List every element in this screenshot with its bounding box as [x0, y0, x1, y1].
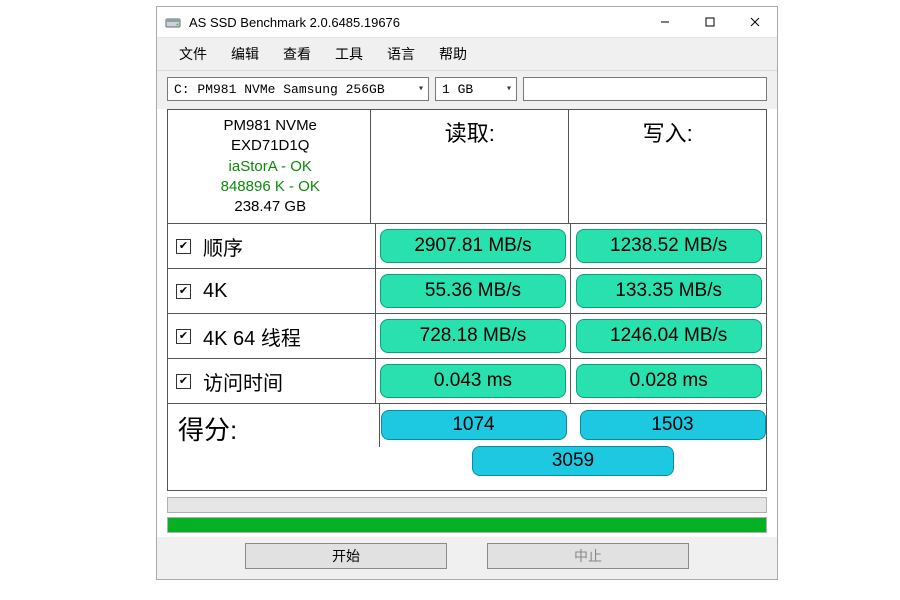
stop-button[interactable]: 中止 [487, 543, 689, 569]
menu-help[interactable]: 帮助 [427, 42, 479, 66]
size-select[interactable]: 1 GB ▾ [435, 77, 517, 101]
access-read-cell: 0.043 ms [376, 359, 572, 403]
seq-write-cell: 1238.52 MB/s [571, 224, 766, 268]
score-label: 得分: [168, 404, 380, 447]
drive-align-status: 848896 K - OK [221, 177, 320, 197]
label-seq-text: 顺序 [203, 232, 243, 261]
access-read-value: 0.043 ms [380, 364, 566, 398]
drive-firmware: EXD71D1Q [231, 136, 309, 156]
label-access: ✔ 访问时间 [168, 359, 376, 403]
checkbox-seq[interactable]: ✔ [176, 239, 191, 254]
row-access: ✔ 访问时间 0.043 ms 0.028 ms [168, 359, 766, 404]
row-score: 得分: 1074 1503 3059 [168, 404, 766, 490]
fk-read-cell: 55.36 MB/s [376, 269, 572, 313]
write-header: 写入: [569, 110, 766, 223]
chevron-down-icon: ▾ [506, 83, 512, 95]
fk64-read-value: 728.18 MB/s [380, 319, 566, 353]
window-title: AS SSD Benchmark 2.0.6485.19676 [189, 15, 642, 30]
label-access-text: 访问时间 [203, 367, 283, 396]
menu-edit[interactable]: 编辑 [219, 42, 271, 66]
header-row: PM981 NVMe EXD71D1Q iaStorA - OK 848896 … [168, 110, 766, 224]
score-body: 1074 1503 3059 [380, 404, 766, 484]
drive-select[interactable]: C: PM981 NVMe Samsung 256GB ▾ [167, 77, 429, 101]
label-4k: ✔ 4K [168, 269, 376, 313]
drive-select-value: C: PM981 NVMe Samsung 256GB [174, 82, 385, 97]
drive-driver-status: iaStorA - OK [229, 157, 312, 177]
label-seq: ✔ 顺序 [168, 224, 376, 268]
checkbox-4k[interactable]: ✔ [176, 284, 191, 299]
read-header: 读取: [371, 110, 569, 223]
access-write-value: 0.028 ms [576, 364, 762, 398]
fk64-write-cell: 1246.04 MB/s [571, 314, 766, 358]
checkbox-access[interactable]: ✔ [176, 374, 191, 389]
menubar: 文件 编辑 查看 工具 语言 帮助 [157, 38, 777, 71]
seq-read-value: 2907.81 MB/s [380, 229, 566, 263]
progress-bar-total [167, 517, 767, 533]
drive-capacity: 238.47 GB [234, 197, 306, 217]
chevron-down-icon: ▾ [418, 83, 424, 95]
fk64-read-cell: 728.18 MB/s [376, 314, 572, 358]
row-4k64: ✔ 4K 64 线程 728.18 MB/s 1246.04 MB/s [168, 314, 766, 359]
row-4k: ✔ 4K 55.36 MB/s 133.35 MB/s [168, 269, 766, 314]
start-button[interactable]: 开始 [245, 543, 447, 569]
menu-language[interactable]: 语言 [375, 42, 427, 66]
fk-write-value: 133.35 MB/s [576, 274, 762, 308]
drive-info: PM981 NVMe EXD71D1Q iaStorA - OK 848896 … [168, 110, 371, 223]
menu-file[interactable]: 文件 [167, 42, 219, 66]
label-4k64-text: 4K 64 线程 [203, 322, 301, 351]
maximize-button[interactable] [687, 7, 732, 37]
label-4k64: ✔ 4K 64 线程 [168, 314, 376, 358]
minimize-button[interactable] [642, 7, 687, 37]
access-write-cell: 0.028 ms [571, 359, 766, 403]
progress-area [167, 497, 767, 533]
titlebar: AS SSD Benchmark 2.0.6485.19676 [157, 7, 777, 38]
close-button[interactable] [732, 7, 777, 37]
label-4k-text: 4K [203, 280, 227, 303]
score-read: 1074 [381, 410, 567, 440]
score-total: 3059 [472, 446, 674, 476]
seq-write-value: 1238.52 MB/s [576, 229, 762, 263]
app-window: AS SSD Benchmark 2.0.6485.19676 文件 编辑 查看… [156, 6, 778, 580]
seq-read-cell: 2907.81 MB/s [376, 224, 572, 268]
progress-bar-step [167, 497, 767, 513]
checkbox-4k64[interactable]: ✔ [176, 329, 191, 344]
fk-write-cell: 133.35 MB/s [571, 269, 766, 313]
results-panel: PM981 NVMe EXD71D1Q iaStorA - OK 848896 … [167, 109, 767, 491]
window-controls [642, 7, 777, 37]
toolbar-field[interactable] [523, 77, 767, 101]
fk-read-value: 55.36 MB/s [380, 274, 566, 308]
fk64-write-value: 1246.04 MB/s [576, 319, 762, 353]
drive-model: PM981 NVMe [224, 116, 317, 136]
toolbar: C: PM981 NVMe Samsung 256GB ▾ 1 GB ▾ [157, 71, 777, 109]
menu-view[interactable]: 查看 [271, 42, 323, 66]
button-row: 开始 中止 [157, 537, 777, 579]
row-seq: ✔ 顺序 2907.81 MB/s 1238.52 MB/s [168, 224, 766, 269]
app-icon [165, 14, 181, 30]
progress-fill [168, 518, 766, 532]
size-select-value: 1 GB [442, 82, 473, 97]
menu-tool[interactable]: 工具 [323, 42, 375, 66]
score-write: 1503 [580, 410, 766, 440]
